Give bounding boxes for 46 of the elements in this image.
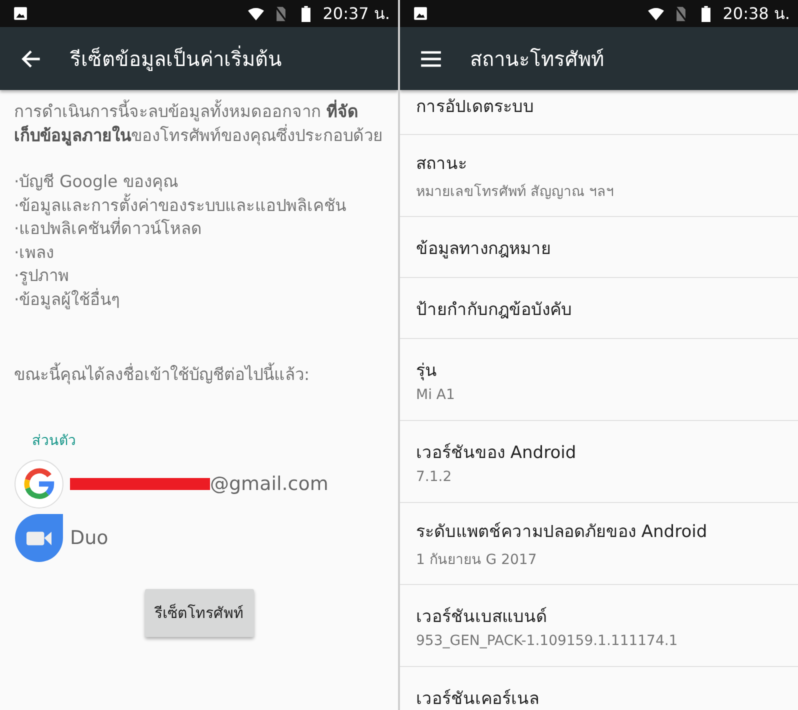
row-title: การอัปเดตระบบ xyxy=(416,96,535,119)
video-camera-icon xyxy=(14,513,64,563)
list-item-text: ·รูปภาพ xyxy=(14,265,70,288)
row-summary: 953_GEN_PACK-1.109159.1.111174.1 xyxy=(416,633,679,649)
row-title: สถานะ xyxy=(416,153,468,176)
settings-row[interactable]: ป้ายกำกับกฎข้อบังคับ xyxy=(400,278,798,339)
account-name: Duo xyxy=(70,527,108,549)
settings-row[interactable]: ข้อมูลทางกฎหมาย xyxy=(400,217,798,278)
clock-text: 20:37 น. xyxy=(322,3,390,25)
account-name: @gmail.com xyxy=(210,473,328,495)
picture-icon xyxy=(13,6,28,21)
row-title: เวอร์ชันเบสแบนด์ xyxy=(416,606,548,629)
screen-title: สถานะโทรศัพท์ xyxy=(470,46,604,72)
list-item-text: ·เพลง xyxy=(14,242,56,264)
wifi-icon xyxy=(248,6,264,22)
row-title: เวอร์ชันของ Android xyxy=(416,442,578,465)
list-item-text: ·บัญชี Google ของคุณ xyxy=(14,171,179,194)
settings-row[interactable]: ระดับแพตช์ความปลอดภัยของ Android 1 กันยายน G 2017 xyxy=(400,503,798,585)
reset-phone-button[interactable]: รีเซ็ตโทรศัพท์ xyxy=(144,589,254,637)
list-item-text: ·ข้อมูลผู้ใช้อื่นๆ xyxy=(14,288,122,311)
clock-text: 20:38 น. xyxy=(722,3,790,25)
list-item-text: ·แอปพลิเคชันที่ดาวน์โหลด xyxy=(14,217,204,240)
wifi-icon xyxy=(648,6,664,22)
settings-row[interactable]: เวอร์ชันของ Android 7.1.2 xyxy=(400,421,798,503)
row-summary: 7.1.2 xyxy=(416,469,453,485)
row-summary: Mi A1 xyxy=(416,387,456,403)
screen-title: รีเซ็ตข้อมูลเป็นค่าเริ่มต้น xyxy=(70,44,282,73)
section-header: ส่วนตัว xyxy=(32,432,77,451)
back-icon[interactable] xyxy=(20,48,42,70)
row-title: ป้ายกำกับกฎข้อบังคับ xyxy=(416,298,573,322)
picture-icon xyxy=(413,6,428,21)
settings-row[interactable]: เวอร์ชันเคอร์เนล xyxy=(400,667,798,710)
row-summary: 1 กันยายน G 2017 xyxy=(416,551,538,570)
description-text: การดำเนินการนี้จะลบข้อมูลทั้งหมดออกจาก ที่จัดเก็บข้อมูลภายในของโทรศัพท์ของคุณซึ่งประกอบด้วย xyxy=(14,100,384,148)
row-title: เวอร์ชันเคอร์เนล xyxy=(416,688,540,710)
settings-row[interactable]: การอัปเดตระบบ xyxy=(400,90,798,135)
row-title: ข้อมูลทางกฎหมาย xyxy=(416,238,552,260)
row-title: ระดับแพตช์ความปลอดภัยของ Android xyxy=(416,521,708,544)
row-summary: หมายเลขโทรศัพท์ สัญญาณ ฯลฯ xyxy=(416,182,615,202)
settings-row[interactable]: เวอร์ชันเบสแบนด์ 953_GEN_PACK-1.109159.1.111174.1 xyxy=(400,585,798,667)
list-item-text: ·ข้อมูลและการตั้งค่าของระบบและแอปพลิเคชัน xyxy=(14,194,348,217)
settings-row[interactable]: สถานะ หมายเลขโทรศัพท์ สัญญาณ ฯลฯ xyxy=(400,135,798,217)
accounts-note: ขณะนี้คุณได้ลงชื่อเข้าใช้บัญชีต่อไปนี้แล้ว: xyxy=(14,361,384,387)
settings-row[interactable]: รุ่น Mi A1 xyxy=(400,339,798,421)
row-title: รุ่น xyxy=(416,360,438,383)
google-g-icon xyxy=(14,459,64,509)
